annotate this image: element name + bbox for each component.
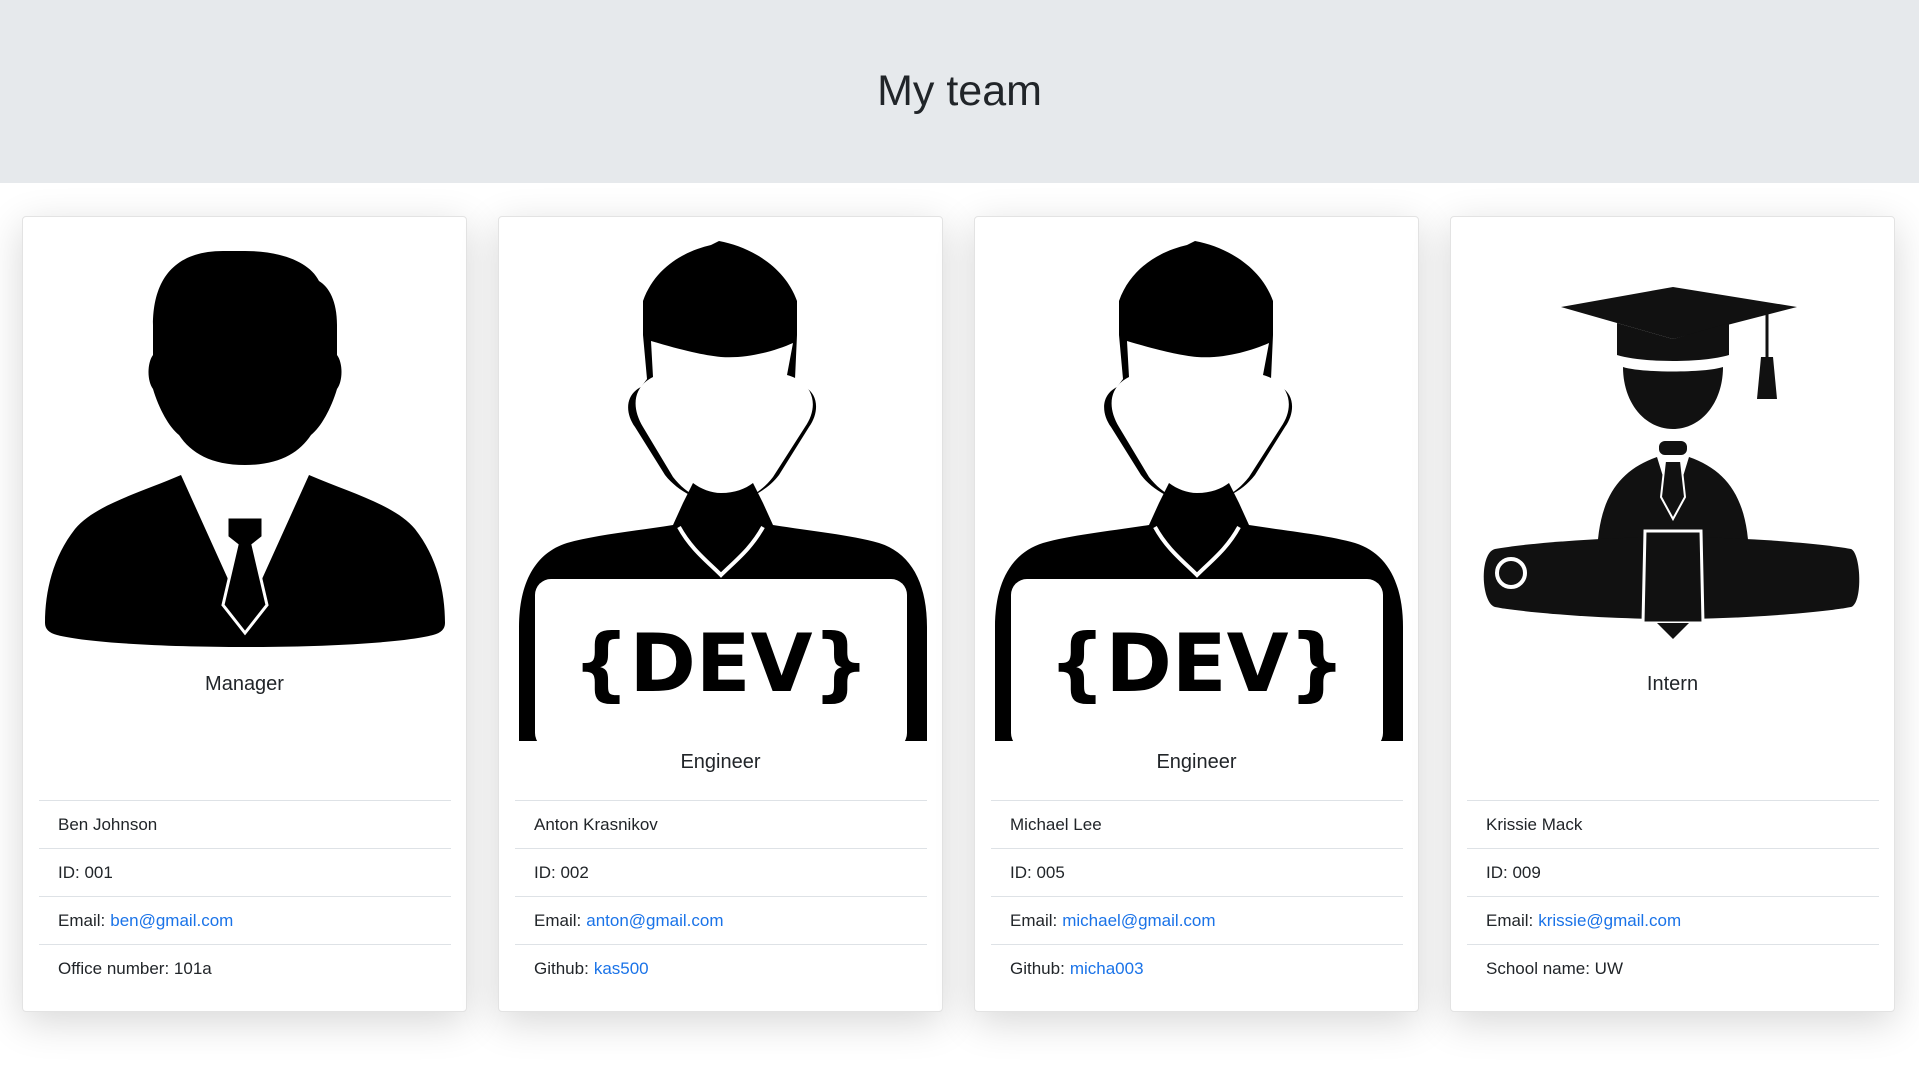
employee-card-intern: Intern Krissie Mack ID: 009 Email: krissi… xyxy=(1450,216,1895,1012)
employee-email: Email: krissie@gmail.com xyxy=(1467,897,1879,945)
employee-id: ID: 002 xyxy=(515,849,927,897)
github-account: Github: kas500 xyxy=(534,959,649,979)
github-link[interactable]: micha003 xyxy=(1070,959,1144,979)
email-link[interactable]: michael@gmail.com xyxy=(1062,911,1215,931)
employee-email: Email: anton@gmail.com xyxy=(515,897,927,945)
developer-silhouette-icon: {DEV} xyxy=(995,241,1403,741)
developer-silhouette-icon: {DEV} xyxy=(519,241,927,741)
employee-card-engineer: {DEV} Engineer Michael Lee ID: 005 Email… xyxy=(974,216,1419,1012)
role-title: Intern xyxy=(1646,673,1699,695)
employee-email: Email: michael@gmail.com xyxy=(991,897,1403,945)
employee-details: Anton Krasnikov ID: 002 Email: anton@gmai… xyxy=(515,800,927,993)
employee-details: Ben Johnson ID: 001 Email: ben@gmail.com … xyxy=(39,800,451,993)
dev-sign-text: {DEV} xyxy=(573,617,870,710)
email-link[interactable]: anton@gmail.com xyxy=(586,911,723,931)
dev-sign-text: {DEV} xyxy=(1049,617,1346,710)
employee-id: ID: 005 xyxy=(991,849,1403,897)
email-link[interactable]: krissie@gmail.com xyxy=(1538,911,1681,931)
employee-email: Email: ben@gmail.com xyxy=(39,897,451,945)
employee-name: Michael Lee xyxy=(991,801,1403,849)
employee-card-manager: Manager Ben Johnson ID: 001 Email: ben@gm… xyxy=(22,216,467,1012)
employee-name: Anton Krasnikov xyxy=(515,801,927,849)
school-name: School name: UW xyxy=(1486,959,1623,978)
employee-details: Krissie Mack ID: 009 Email: krissie@gmail… xyxy=(1467,800,1879,993)
employee-details: Michael Lee ID: 005 Email: michael@gmail.… xyxy=(991,800,1403,993)
github-account: Github: micha003 xyxy=(1010,959,1144,979)
role-title: Engineer xyxy=(680,751,761,773)
team-cards: Manager Ben Johnson ID: 001 Email: ben@gm… xyxy=(22,216,1897,1012)
employee-name: Krissie Mack xyxy=(1467,801,1879,849)
employee-id: ID: 009 xyxy=(1467,849,1879,897)
role-title: Manager xyxy=(205,673,284,695)
employee-card-engineer: {DEV} Engineer Anton Krasnikov ID: 002 E… xyxy=(498,216,943,1012)
role-title: Engineer xyxy=(1156,751,1237,773)
manager-silhouette-icon xyxy=(45,251,445,647)
employee-name: Ben Johnson xyxy=(39,801,451,849)
graduate-silhouette-icon xyxy=(1483,287,1860,639)
email-link[interactable]: ben@gmail.com xyxy=(110,911,233,931)
employee-id: ID: 001 xyxy=(39,849,451,897)
page-title: My team xyxy=(877,67,1042,115)
page-header: My team xyxy=(0,0,1919,183)
office-number: Office number: 101a xyxy=(58,959,212,978)
github-link[interactable]: kas500 xyxy=(594,959,649,979)
